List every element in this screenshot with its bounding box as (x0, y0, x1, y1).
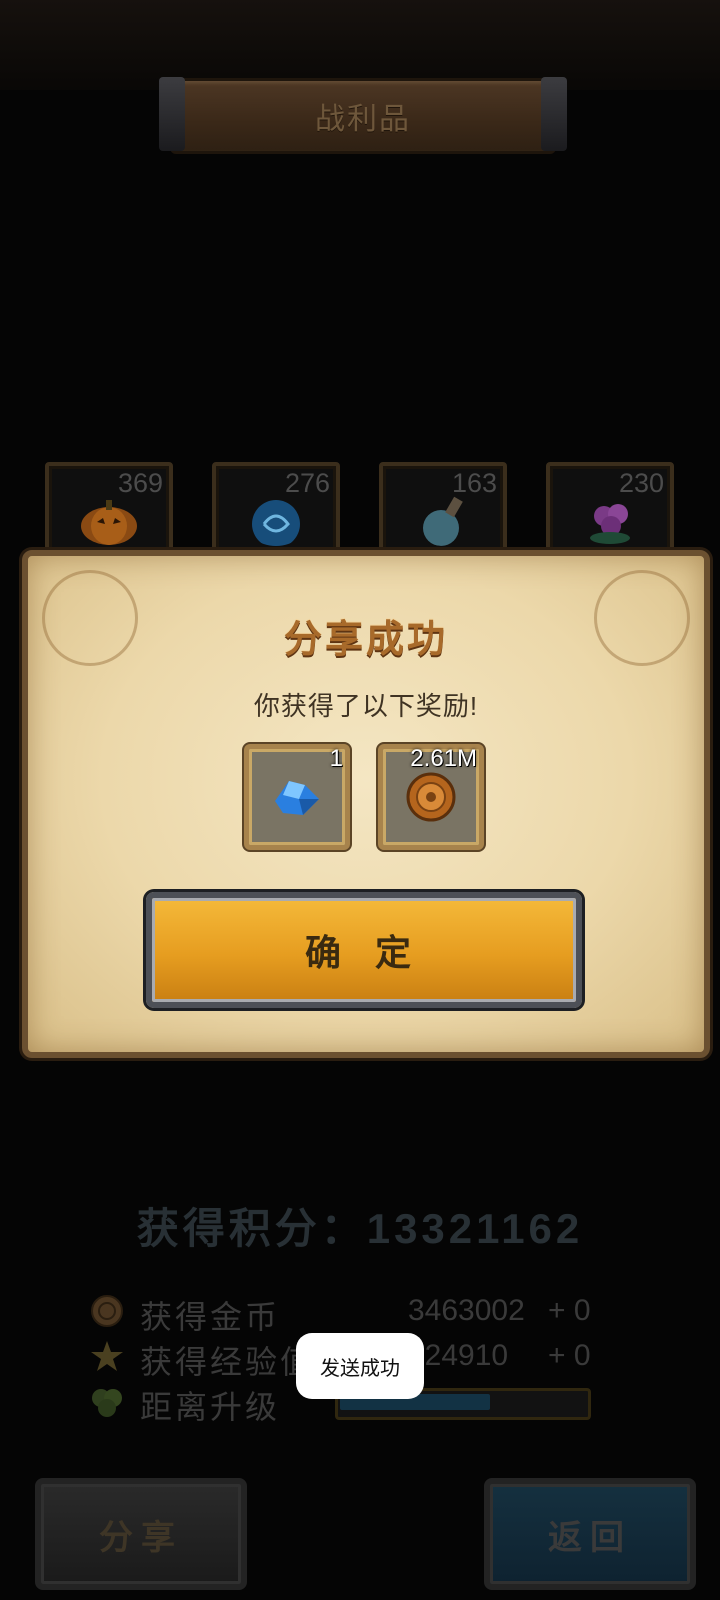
reward-count: 2.61M (410, 745, 477, 772)
gold-coin-icon (406, 772, 456, 822)
confirm-button[interactable]: 确 定 (146, 892, 582, 1008)
share-success-dialog: 分享成功 你获得了以下奖励! 1 2.61M 确 定 (22, 550, 710, 1058)
share-button[interactable]: 分享 (35, 1478, 247, 1590)
stat-label: 距离升级 (140, 1389, 281, 1425)
purple-flower-icon (590, 504, 630, 544)
blue-egg-icon (252, 500, 300, 546)
pumpkin-icon (81, 500, 137, 545)
reward-count: 1 (329, 745, 343, 772)
dialog-subtitle: 你获得了以下奖励! (253, 691, 479, 721)
potion-bottle-icon (423, 496, 463, 546)
loot-count: 369 (117, 468, 163, 498)
reward-slot-crystal[interactable]: 1 (244, 744, 350, 850)
star-icon (91, 1341, 123, 1371)
loot-title-banner: 战利品 (159, 77, 567, 154)
leaf-icon (92, 1389, 122, 1417)
reward-slot-gold[interactable]: 2.61M (378, 744, 484, 850)
back-button[interactable]: 返回 (484, 1478, 696, 1590)
stat-delta: + 0 (548, 1339, 591, 1372)
stat-delta: + 0 (548, 1294, 591, 1327)
loot-count: 276 (284, 468, 330, 498)
loot-count: 163 (451, 468, 497, 498)
top-decoration (0, 0, 720, 90)
page-title: 战利品 (315, 103, 411, 136)
coin-icon (91, 1295, 123, 1327)
score-text: 获得积分：13321162 (136, 1205, 584, 1252)
stat-row-gold: 获得金币 3463002 + 0 (90, 1292, 610, 1335)
stat-value: 3463002 (408, 1294, 525, 1327)
stat-label: 获得经验值 (140, 1344, 316, 1380)
stat-label: 获得金币 (140, 1299, 281, 1335)
dialog-title: 分享成功 (283, 619, 448, 661)
toast-message: 发送成功 (296, 1333, 424, 1399)
loot-count: 230 (618, 468, 664, 498)
blue-crystal-icon (275, 781, 319, 815)
